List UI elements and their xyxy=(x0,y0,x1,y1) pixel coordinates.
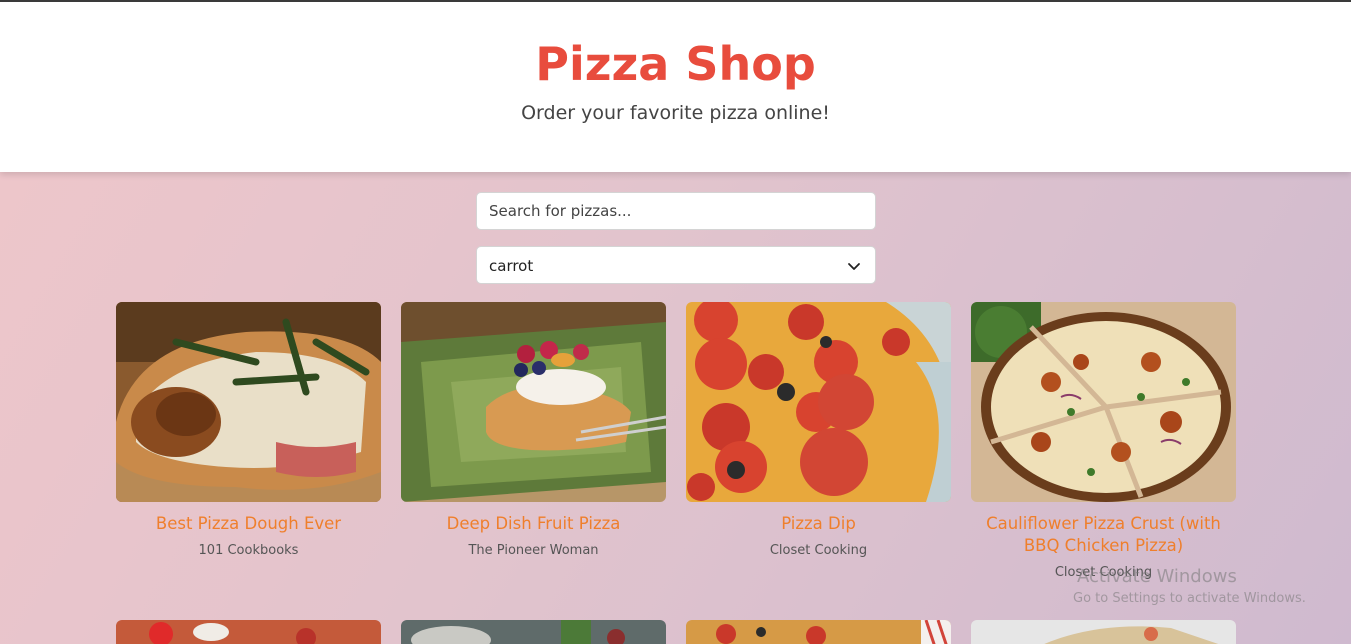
recipe-title[interactable]: Cauliflower Pizza Crust (with BBQ Chicke… xyxy=(971,513,1236,557)
ingredient-select-value: carrot xyxy=(489,257,534,275)
recipe-card[interactable]: Best Pizza Dough Ever 101 Cookbooks xyxy=(116,302,381,558)
recipe-image[interactable] xyxy=(686,302,951,502)
recipe-card[interactable]: Cauliflower Pizza Crust (with BBQ Chicke… xyxy=(971,302,1236,580)
ingredient-select[interactable]: carrot xyxy=(476,246,876,284)
recipe-publisher: Closet Cooking xyxy=(769,543,868,558)
recipe-image-partial[interactable] xyxy=(401,620,666,644)
search-input[interactable] xyxy=(476,192,876,230)
recipe-image-partial[interactable] xyxy=(971,620,1236,644)
recipe-image[interactable] xyxy=(971,302,1236,502)
watermark-subtitle: Go to Settings to activate Windows. xyxy=(1073,591,1306,606)
recipe-title[interactable]: Pizza Dip xyxy=(686,513,951,535)
recipe-image[interactable] xyxy=(116,302,381,502)
page-subtitle: Order your favorite pizza online! xyxy=(521,102,830,124)
recipe-image-partial[interactable] xyxy=(116,620,381,644)
recipe-image-partial[interactable] xyxy=(686,620,951,644)
recipe-card[interactable]: Deep Dish Fruit Pizza The Pioneer Woman xyxy=(401,302,666,558)
recipe-title[interactable]: Deep Dish Fruit Pizza xyxy=(401,513,666,535)
recipe-title[interactable]: Best Pizza Dough Ever xyxy=(116,513,381,535)
recipe-card[interactable]: Pizza Dip Closet Cooking xyxy=(686,302,951,558)
recipe-publisher: 101 Cookbooks xyxy=(198,543,299,558)
recipe-image[interactable] xyxy=(401,302,666,502)
page-header: Pizza Shop Order your favorite pizza onl… xyxy=(0,2,1351,172)
page-title: Pizza Shop xyxy=(535,37,816,91)
recipe-publisher: The Pioneer Woman xyxy=(468,543,599,558)
chevron-down-icon xyxy=(848,263,860,270)
os-activation-watermark: Activate Windows Go to Settings to activ… xyxy=(1073,566,1306,606)
watermark-title: Activate Windows xyxy=(1077,566,1237,587)
